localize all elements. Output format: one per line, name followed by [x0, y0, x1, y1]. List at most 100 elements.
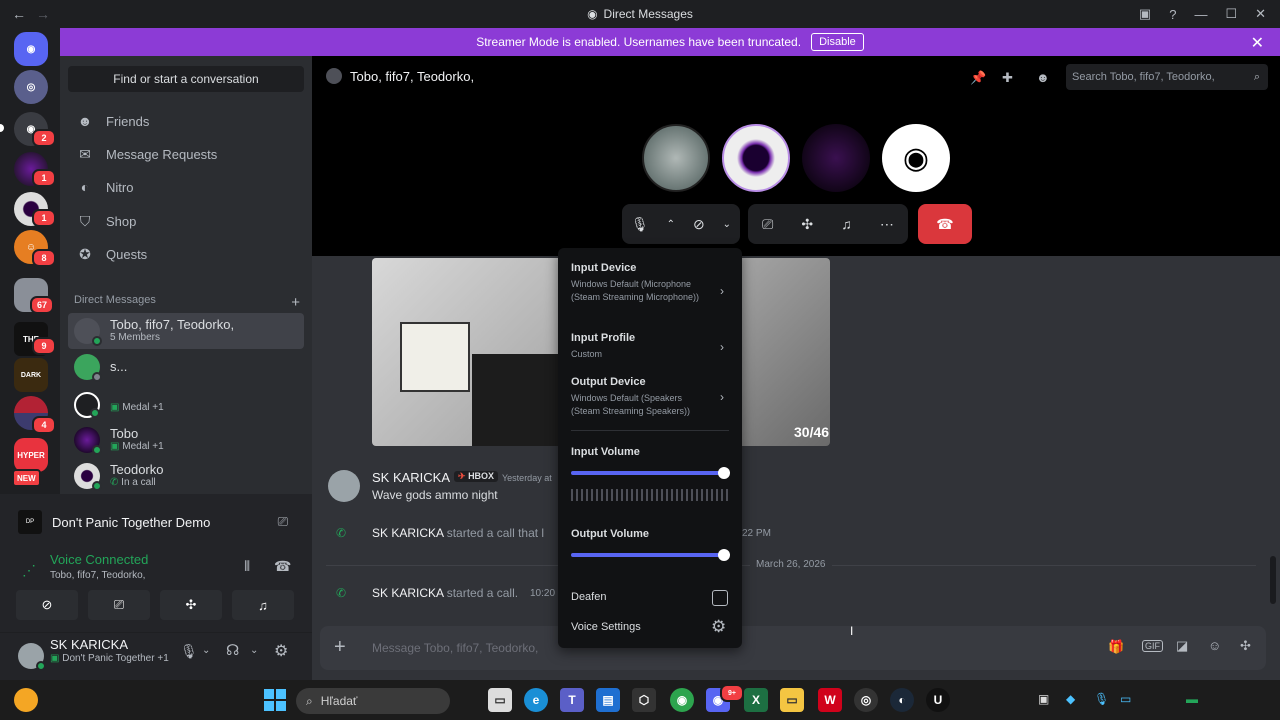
add-attachment-icon[interactable]: + — [334, 636, 346, 659]
camera-off-icon[interactable]: ⊘ — [693, 216, 705, 233]
file-explorer-icon[interactable]: ▭ — [780, 688, 804, 712]
participant-avatar[interactable]: ◉ — [882, 124, 950, 192]
tray-microphone-icon[interactable]: 🎙 — [1094, 692, 1109, 706]
start-button[interactable] — [264, 689, 286, 711]
headphones-icon[interactable]: ☊ — [226, 641, 239, 659]
deafen-label[interactable]: Deafen — [571, 591, 606, 603]
soundboard-icon[interactable]: ♫ — [841, 216, 852, 232]
tray-security-icon[interactable]: ◆ — [1066, 692, 1075, 706]
maximize-button[interactable]: ☐ — [1225, 6, 1237, 22]
activities-icon[interactable]: ✣ — [801, 216, 813, 233]
more-options-icon[interactable]: ⋯ — [880, 216, 894, 233]
nav-message-requests[interactable]: ✉ Message Requests — [68, 138, 304, 170]
chevron-down-icon[interactable]: ⌄ — [723, 219, 731, 230]
settings-gear-icon[interactable]: ⚙ — [274, 641, 288, 661]
activity-card[interactable]: DP Don't Panic Together Demo ⎚ — [8, 502, 304, 542]
disable-button[interactable]: Disable — [811, 33, 864, 51]
add-friend-icon[interactable]: ✚ — [1002, 70, 1013, 86]
activities-button[interactable]: ✣ — [160, 590, 222, 620]
find-conversation-button[interactable]: Find or start a conversation — [68, 66, 304, 92]
call-author[interactable]: SK KARICKA — [372, 526, 443, 540]
input-device-label[interactable]: Input Device — [571, 262, 636, 274]
nav-shop[interactable]: ⛉ Shop — [68, 205, 304, 237]
edge-icon[interactable]: e — [524, 688, 548, 712]
server-icon[interactable]: HYPER — [14, 438, 48, 472]
steam-icon[interactable]: ◐ — [890, 688, 914, 712]
emoji-icon[interactable]: ☺ — [1208, 638, 1221, 653]
pin-icon[interactable]: 📌 — [970, 70, 986, 86]
weather-widget-icon[interactable] — [14, 688, 38, 712]
tray-nvidia-icon[interactable]: ▬ — [1186, 692, 1198, 706]
chevron-down-icon[interactable]: ⌄ — [250, 645, 258, 656]
app-icon[interactable]: ⬡ — [632, 688, 656, 712]
sticker-icon[interactable]: ◪ — [1176, 638, 1188, 654]
noise-suppression-icon[interactable]: ⦀ — [244, 558, 250, 575]
soundboard-button[interactable]: ♫ — [232, 590, 294, 620]
input-volume-knob[interactable] — [718, 467, 730, 479]
screen-share-icon[interactable]: ⎚ — [762, 216, 773, 233]
nav-friends[interactable]: ☻ Friends — [68, 105, 304, 137]
settings-gear-icon[interactable]: ⚙ — [711, 617, 726, 637]
chrome-icon[interactable]: ◉ — [670, 688, 694, 712]
close-button[interactable]: ✕ — [1255, 6, 1266, 22]
chevron-right-icon[interactable]: › — [720, 284, 724, 298]
unreal-engine-icon[interactable]: U — [926, 688, 950, 712]
home-dm-button[interactable]: ◉ — [14, 32, 48, 66]
camera-off-button[interactable]: ⊘ — [16, 590, 78, 620]
tray-app-icon[interactable]: ▣ — [1038, 692, 1049, 706]
gif-icon[interactable]: GIF — [1142, 640, 1163, 652]
participant-avatar[interactable] — [802, 124, 870, 192]
input-profile-label[interactable]: Input Profile — [571, 332, 635, 344]
microphone-icon[interactable]: 🎙 — [180, 643, 198, 660]
excel-icon[interactable]: X — [744, 688, 768, 712]
apps-icon[interactable]: ✣ — [1240, 638, 1251, 654]
scrollbar-thumb[interactable] — [1270, 556, 1276, 604]
inbox-icon[interactable]: ▣ — [1139, 6, 1151, 22]
deafen-checkbox[interactable] — [712, 590, 728, 606]
stream-icon[interactable]: ⎚ — [278, 514, 288, 530]
store-icon[interactable]: ▤ — [596, 688, 620, 712]
chevron-down-icon[interactable]: ⌄ — [202, 645, 210, 656]
close-banner-icon[interactable]: ✕ — [1251, 33, 1264, 53]
chevron-up-icon[interactable]: ⌃ — [667, 219, 675, 230]
wps-icon[interactable]: W — [818, 688, 842, 712]
participant-avatar-speaking[interactable] — [722, 124, 790, 192]
leave-call-button[interactable]: ☎ — [918, 204, 972, 244]
share-screen-button[interactable]: ⎚ — [88, 590, 150, 620]
participant-avatar[interactable] — [642, 124, 710, 192]
microphone-icon[interactable]: 🎙 — [631, 216, 649, 233]
call-author[interactable]: SK KARICKA — [372, 586, 443, 600]
server-icon[interactable]: DARK — [14, 358, 48, 392]
minimize-button[interactable]: — — [1194, 7, 1207, 22]
output-volume-slider[interactable] — [571, 553, 725, 557]
message-input[interactable]: Message Tobo, fifo7, Teodorko, — [372, 641, 538, 655]
taskbar-search[interactable]: ⌕ Hľadať — [296, 688, 450, 714]
dm-item[interactable]: ▣ Medal +1 — [68, 387, 304, 423]
help-icon[interactable]: ? — [1169, 7, 1176, 22]
tray-network-icon[interactable]: ▭ — [1120, 692, 1131, 706]
chevron-right-icon[interactable]: › — [720, 390, 724, 404]
dm-item[interactable]: Tobo, fifo7, Teodorko, 5 Members — [68, 313, 304, 349]
nav-nitro[interactable]: ◐ Nitro — [68, 171, 304, 203]
voice-settings-label[interactable]: Voice Settings — [571, 621, 641, 633]
output-volume-knob[interactable] — [718, 549, 730, 561]
members-icon[interactable]: ☻ — [1036, 70, 1050, 85]
signal-icon[interactable]: ⋰ — [22, 562, 36, 579]
task-view-icon[interactable]: ▭ — [488, 688, 512, 712]
add-dm-icon[interactable]: + — [291, 294, 300, 311]
output-device-label[interactable]: Output Device — [571, 376, 646, 388]
dm-item[interactable]: Tobo ▣ Medal +1 — [68, 422, 304, 458]
input-volume-slider[interactable] — [571, 471, 725, 475]
gift-icon[interactable]: 🎁 — [1108, 639, 1124, 655]
teams-icon[interactable]: T — [560, 688, 584, 712]
obs-icon[interactable]: ◎ — [854, 688, 878, 712]
server-icon[interactable]: ◎ — [14, 70, 48, 104]
disconnect-icon[interactable]: ☎ — [274, 558, 291, 575]
voice-status[interactable]: Voice Connected — [50, 552, 148, 567]
dm-item[interactable]: Teodorko ✆ In a call — [68, 458, 304, 494]
dm-item[interactable]: s... — [68, 349, 304, 385]
chevron-right-icon[interactable]: › — [720, 340, 724, 354]
search-input[interactable]: Search Tobo, fifo7, Teodorko, ⌕ — [1066, 64, 1268, 90]
nav-quests[interactable]: ✪ Quests — [68, 238, 304, 270]
message-author[interactable]: SK KARICKA — [372, 470, 450, 485]
